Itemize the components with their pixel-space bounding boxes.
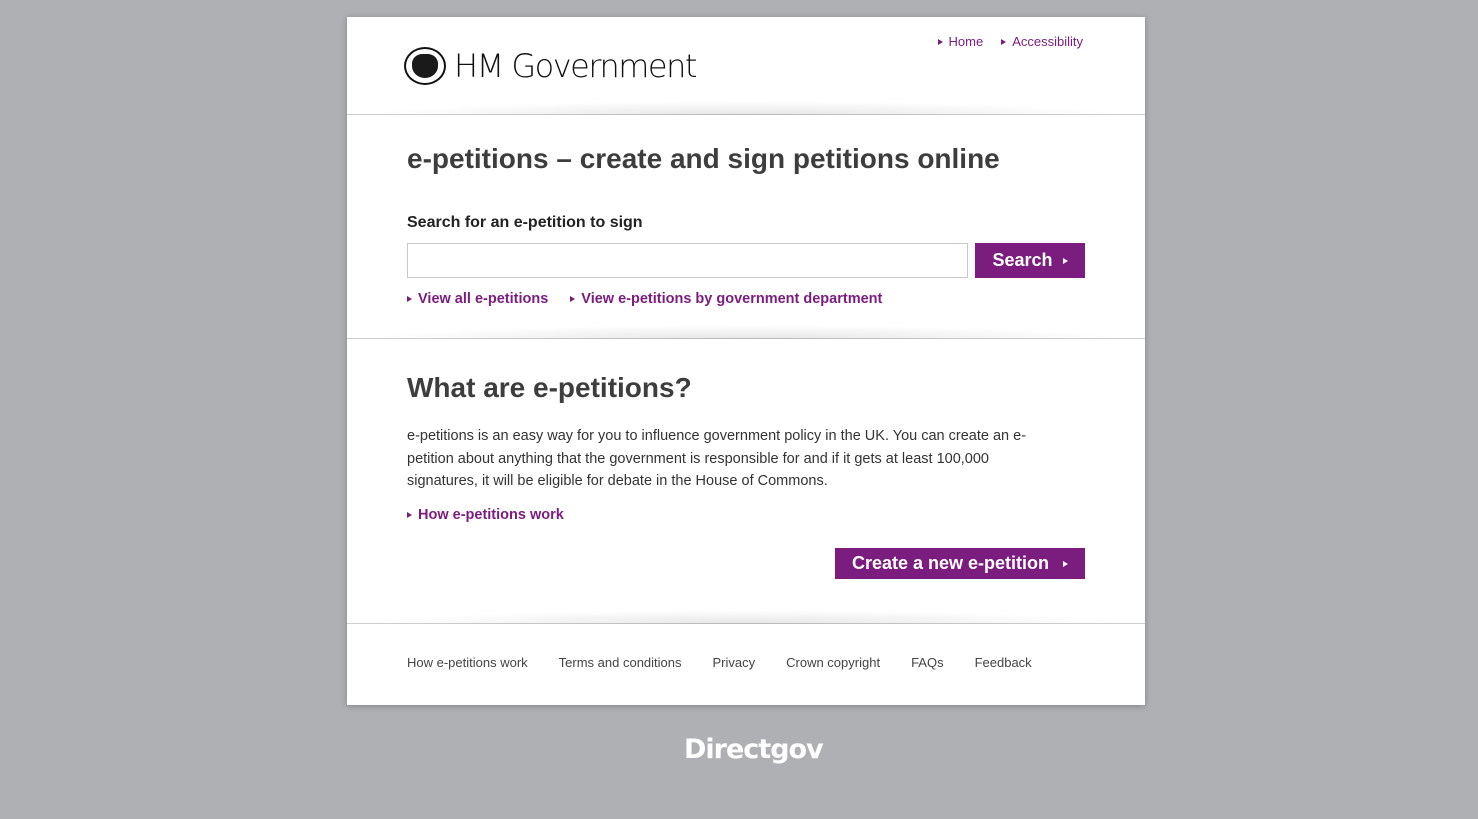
arrow-right-icon xyxy=(570,296,576,302)
directgov-logo[interactable]: Directgov xyxy=(684,734,824,765)
logo-text: HM Government xyxy=(454,47,697,85)
what-section: What are e-petitions? e-petitions is an … xyxy=(347,325,1145,624)
footer-link-feedback[interactable]: Feedback xyxy=(975,655,1032,670)
arrow-right-icon xyxy=(1063,560,1069,567)
home-link-label: Home xyxy=(948,34,984,49)
arrow-right-icon xyxy=(407,296,412,302)
view-all-epetitions-link[interactable]: View all e-petitions xyxy=(407,291,548,307)
accessibility-link-label: Accessibility xyxy=(1012,34,1083,49)
search-sublinks: View all e-petitions View e-petitions by… xyxy=(407,291,882,307)
page-container: HM Government Home Accessibility e-petit… xyxy=(347,17,1145,705)
royal-crest-icon xyxy=(404,47,446,85)
arrow-right-icon xyxy=(1062,257,1068,264)
top-nav: Home Accessibility xyxy=(937,34,1083,49)
home-link[interactable]: Home xyxy=(937,34,984,49)
footer-link-faqs[interactable]: FAQs xyxy=(911,655,944,670)
hm-government-logo[interactable]: HM Government xyxy=(404,47,697,85)
search-input[interactable] xyxy=(407,243,968,278)
what-title: What are e-petitions? xyxy=(407,372,692,403)
view-by-department-label: View e-petitions by government departmen… xyxy=(581,291,883,307)
footer-link-privacy[interactable]: Privacy xyxy=(713,655,756,670)
search-label: Search for an e-petition to sign xyxy=(407,214,643,231)
arrow-right-icon xyxy=(937,38,943,45)
search-button[interactable]: Search xyxy=(975,243,1085,278)
view-by-department-link[interactable]: View e-petitions by government departmen… xyxy=(570,291,882,307)
footer-link-crown-copyright[interactable]: Crown copyright xyxy=(786,655,880,670)
arrow-right-icon xyxy=(1001,38,1007,45)
create-button-label: Create a new e-petition xyxy=(851,553,1050,573)
view-all-label: View all e-petitions xyxy=(418,291,549,307)
page-title: e-petitions – create and sign petitions … xyxy=(407,143,1000,174)
search-button-label: Search xyxy=(992,250,1053,270)
how-link-label: How e-petitions work xyxy=(418,507,564,523)
what-description: e-petitions is an easy way for you to in… xyxy=(407,428,1027,489)
accessibility-link[interactable]: Accessibility xyxy=(1001,34,1083,49)
arrow-right-icon xyxy=(407,512,412,518)
search-section: e-petitions – create and sign petitions … xyxy=(347,101,1145,339)
footer-link-terms[interactable]: Terms and conditions xyxy=(559,655,682,670)
how-epetitions-work-link[interactable]: How e-petitions work xyxy=(407,507,564,523)
page-footer: How e-petitions work Terms and condition… xyxy=(347,610,1145,706)
create-epetition-button[interactable]: Create a new e-petition xyxy=(835,548,1085,579)
footer-link-how-it-works[interactable]: How e-petitions work xyxy=(407,655,528,670)
footer-links: How e-petitions work Terms and condition… xyxy=(407,655,1032,670)
